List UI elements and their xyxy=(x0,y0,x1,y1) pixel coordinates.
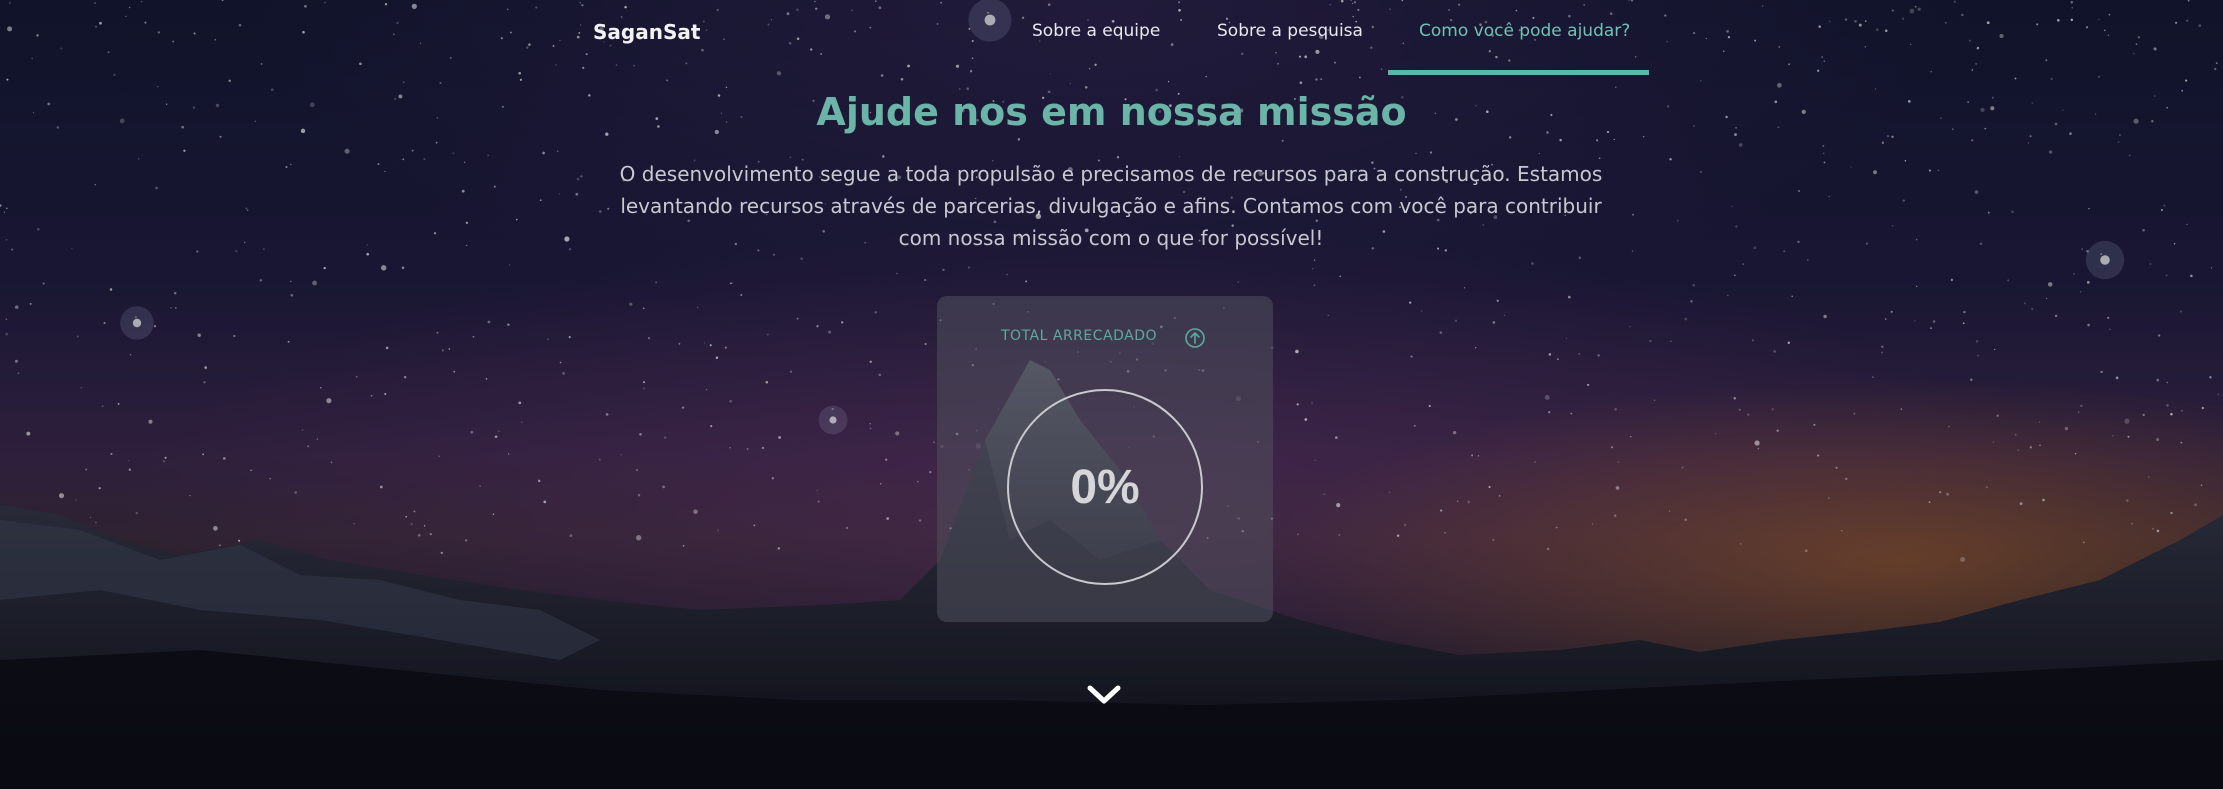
brand-logo[interactable]: SaganSat xyxy=(593,20,700,44)
total-raised-label: TOTAL ARRECADADO xyxy=(1001,328,1158,344)
nav-link-como-ajudar[interactable]: Como você pode ajudar? xyxy=(1419,21,1630,41)
nav-link-sobre-equipe[interactable]: Sobre a equipe xyxy=(1032,21,1160,41)
progress-percentage: 0% xyxy=(1070,460,1140,514)
top-navbar: SaganSat Sobre a equipe Sobre a pesquisa… xyxy=(0,0,2223,76)
hero-title: Ajude nos em nossa missão xyxy=(816,90,1407,134)
hero-description: O desenvolvimento segue a toda propulsão… xyxy=(619,162,1603,250)
nav-link-sobre-pesquisa[interactable]: Sobre a pesquisa xyxy=(1217,21,1363,41)
chevron-down-icon[interactable] xyxy=(1084,680,1124,708)
fundraising-card: TOTAL ARRECADADO 0% xyxy=(937,296,1273,622)
active-tab-indicator xyxy=(1388,70,1649,75)
arrow-up-circle-icon[interactable] xyxy=(1184,327,1206,349)
